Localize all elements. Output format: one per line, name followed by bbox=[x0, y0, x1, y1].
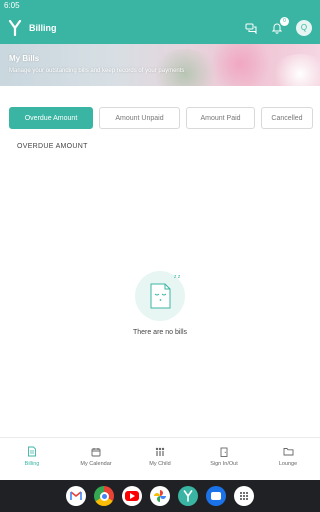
youtube-icon[interactable] bbox=[122, 486, 142, 506]
nav-item-my-child[interactable]: My Child bbox=[128, 438, 192, 474]
nav-label: My Child bbox=[149, 460, 171, 467]
avatar[interactable]: Q bbox=[296, 20, 312, 36]
section-heading: OVERDUE AMOUNT bbox=[17, 143, 88, 150]
gmail-icon[interactable] bbox=[66, 486, 86, 506]
nav-item-billing[interactable]: Billing bbox=[0, 438, 64, 474]
status-bar: 6:05 bbox=[0, 0, 320, 12]
folder-icon bbox=[282, 446, 294, 458]
tab-cancelled[interactable]: Cancelled bbox=[261, 107, 313, 129]
page-title: My Bills bbox=[9, 54, 40, 63]
empty-bills-icon: z z bbox=[134, 270, 186, 322]
bottom-navigation: Billing My Calendar My Child Sign In/Out… bbox=[0, 437, 320, 474]
nav-label: My Calendar bbox=[80, 460, 112, 467]
page-subtitle: Manage your outstanding bills and keep r… bbox=[9, 68, 185, 74]
app-bar: Billing 0 Q bbox=[0, 12, 320, 44]
document-icon bbox=[26, 446, 38, 458]
messages-icon[interactable] bbox=[206, 486, 226, 506]
app-title: Billing bbox=[29, 23, 57, 33]
chat-icon bbox=[245, 23, 257, 34]
nav-item-my-calendar[interactable]: My Calendar bbox=[64, 438, 128, 474]
nav-item-sign-in-out[interactable]: Sign In/Out bbox=[192, 438, 256, 474]
nav-label: Lounge bbox=[278, 460, 298, 467]
tab-amount-paid[interactable]: Amount Paid bbox=[186, 107, 255, 129]
chrome-icon[interactable] bbox=[94, 486, 114, 506]
photos-icon[interactable] bbox=[150, 486, 170, 506]
app-logo-icon bbox=[7, 20, 23, 36]
notification-badge: 0 bbox=[280, 17, 289, 26]
nav-item-lounge[interactable]: Lounge bbox=[256, 438, 320, 474]
notifications-button[interactable]: 0 bbox=[270, 17, 289, 35]
chat-button[interactable] bbox=[244, 21, 258, 35]
tab-overdue-amount[interactable]: Overdue Amount bbox=[9, 107, 93, 129]
children-icon bbox=[154, 446, 166, 458]
page-banner: My Bills Manage your outstanding bills a… bbox=[0, 44, 320, 86]
bill-filter-tabs: Overdue Amount Amount Unpaid Amount Paid… bbox=[9, 107, 320, 129]
app-drawer-icon[interactable] bbox=[234, 486, 254, 506]
nav-label: Billing bbox=[24, 460, 40, 467]
nav-label: Sign In/Out bbox=[210, 460, 238, 467]
empty-state-message: There are no bills bbox=[132, 329, 188, 336]
tab-amount-unpaid[interactable]: Amount Unpaid bbox=[99, 107, 180, 129]
app-logo-dock-icon[interactable] bbox=[178, 486, 198, 506]
door-icon bbox=[218, 446, 230, 458]
sleep-text: z z bbox=[174, 274, 181, 280]
calendar-icon bbox=[90, 446, 102, 458]
system-dock bbox=[0, 480, 320, 512]
status-time: 6:05 bbox=[4, 1, 20, 10]
